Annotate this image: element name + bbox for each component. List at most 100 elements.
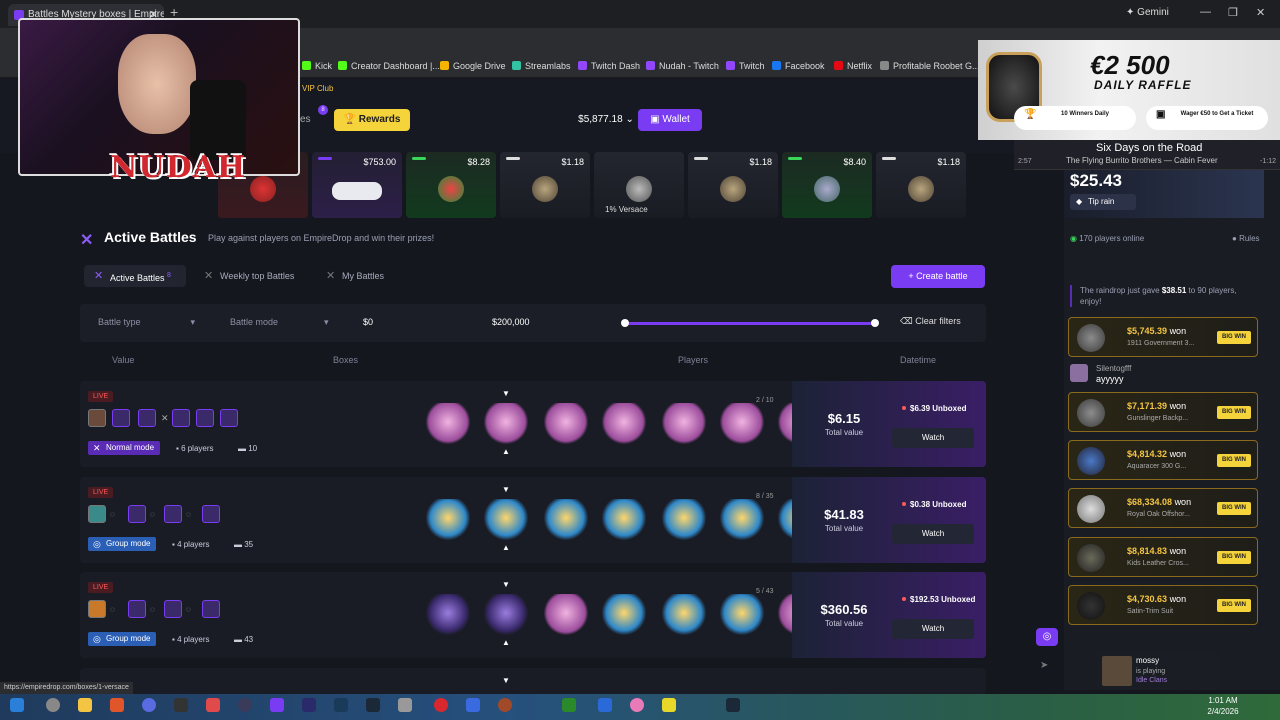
rules-link[interactable]: ● Rules bbox=[1232, 234, 1260, 243]
app-icon[interactable] bbox=[630, 698, 644, 712]
big-win-card[interactable]: $68,334.08 won Royal Oak Offshor... BIG WI… bbox=[1068, 488, 1258, 528]
player-avatar[interactable] bbox=[202, 505, 220, 523]
bookmark-google-drive[interactable]: Google Drive bbox=[440, 61, 506, 71]
bookmark-creator-dashboard[interactable]: Creator Dashboard |... bbox=[338, 61, 440, 71]
mystery-box-image bbox=[602, 499, 646, 541]
mode-label: Group mode bbox=[106, 634, 151, 643]
app-icon[interactable] bbox=[598, 698, 612, 712]
big-win-card[interactable]: $5,745.39 won 1911 Government 3... BIG WIN bbox=[1068, 317, 1258, 357]
watch-battle-button[interactable]: Watch bbox=[892, 619, 974, 639]
player-avatar[interactable] bbox=[202, 600, 220, 618]
battle-row[interactable]: LIVE ◌ ◌ ◌ ◎ Group mode ▪ 4 players ▬ 43 … bbox=[80, 572, 986, 658]
player-avatar[interactable] bbox=[196, 409, 214, 427]
big-win-card[interactable]: $8,814.83 won Kids Leather Cros... BIG WIN bbox=[1068, 537, 1258, 577]
premiere-icon[interactable] bbox=[302, 698, 316, 712]
big-win-card[interactable]: $4,730.63 won Satin-Trim Suit BIG WIN bbox=[1068, 585, 1258, 625]
rewards-button[interactable]: 🏆 Rewards bbox=[334, 109, 410, 131]
player-avatar[interactable] bbox=[128, 600, 146, 618]
bookmark-netflix[interactable]: Netflix bbox=[834, 61, 872, 71]
battle-mode-select[interactable]: Battle mode ▾ bbox=[230, 317, 329, 328]
chevron-down-icon: ⌄ bbox=[625, 114, 634, 125]
app-icon[interactable] bbox=[46, 698, 60, 712]
player-avatar[interactable] bbox=[164, 600, 182, 618]
player-avatar[interactable] bbox=[220, 409, 238, 427]
watch-battle-button[interactable]: Watch bbox=[892, 428, 974, 448]
app-icon[interactable] bbox=[662, 698, 676, 712]
balance-dropdown[interactable]: $5,877.18 ⌄ bbox=[576, 109, 636, 131]
chat-username[interactable]: Silentogfff bbox=[1096, 364, 1131, 373]
live-drop-item[interactable]: $1.18 bbox=[876, 152, 966, 218]
system-clock[interactable]: 1:01 AM 2/4/2026 bbox=[1200, 695, 1246, 717]
bookmark-twitch[interactable]: Twitch bbox=[726, 61, 765, 71]
steam-icon[interactable] bbox=[726, 698, 740, 712]
tab-active-battles[interactable]: ✕ Active Battles 8 bbox=[84, 265, 186, 287]
live-drop-item[interactable]: $8.40 bbox=[782, 152, 872, 218]
tip-rain-button[interactable]: ◆ Tip rain bbox=[1070, 194, 1136, 210]
min-value-input[interactable]: $0 bbox=[363, 317, 373, 327]
start-icon[interactable] bbox=[10, 698, 24, 712]
player-avatar[interactable] bbox=[128, 505, 146, 523]
clear-filters-button[interactable]: ⌫ Clear filters bbox=[900, 316, 961, 327]
wallet-button[interactable]: ▣ Wallet bbox=[638, 109, 702, 131]
vip-club-link[interactable]: VIP Club bbox=[302, 84, 333, 93]
bookmark-profitable-roobet[interactable]: Profitable Roobet G... bbox=[880, 61, 980, 71]
file-explorer-icon[interactable] bbox=[78, 698, 92, 712]
battle-row[interactable]: ▼ bbox=[80, 668, 986, 694]
watch-battle-button[interactable]: Watch bbox=[892, 524, 974, 544]
obs-icon[interactable] bbox=[238, 698, 252, 712]
item-thumbnail bbox=[1077, 399, 1105, 427]
chat-avatar[interactable] bbox=[1070, 364, 1088, 382]
player-avatar[interactable] bbox=[88, 600, 106, 618]
bookmark-facebook[interactable]: Facebook bbox=[772, 61, 825, 71]
bookmark-label: Streamlabs bbox=[525, 61, 571, 71]
bookmark-nudah-twitch[interactable]: Nudah - Twitch bbox=[646, 61, 719, 71]
bookmark-streamlabs[interactable]: Streamlabs bbox=[512, 61, 571, 71]
minimize-icon[interactable]: — bbox=[1200, 6, 1211, 18]
battle-type-select[interactable]: Battle type ▾ bbox=[98, 317, 195, 328]
live-drop-item[interactable]: $753.00 bbox=[312, 152, 402, 218]
bookmark-kick[interactable]: Kick bbox=[302, 61, 332, 71]
close-window-icon[interactable]: ✕ bbox=[1256, 6, 1265, 19]
slider-min-handle[interactable] bbox=[621, 319, 629, 327]
big-win-card[interactable]: $4,814.32 won Aquaracer 300 G... BIG WIN bbox=[1068, 440, 1258, 480]
big-win-badge: BIG WIN bbox=[1217, 551, 1251, 564]
live-drop-item[interactable]: $1.18 bbox=[500, 152, 590, 218]
battle-row[interactable]: LIVE ◌ ◌ ◌ ◎ Group mode ▪ 4 players ▬ 35 … bbox=[80, 477, 986, 563]
app-icon[interactable] bbox=[174, 698, 188, 712]
app-icon[interactable] bbox=[434, 698, 448, 712]
big-win-card[interactable]: $7,171.39 won Gunslinger Backp... BIG WIN bbox=[1068, 392, 1258, 432]
app-icon[interactable] bbox=[466, 698, 480, 712]
maximize-icon[interactable]: ❐ bbox=[1228, 6, 1238, 19]
player-avatar[interactable] bbox=[138, 409, 156, 427]
player-avatar[interactable] bbox=[112, 409, 130, 427]
gemini-button[interactable]: ✦ Gemini bbox=[1126, 7, 1169, 18]
player-avatar[interactable] bbox=[88, 409, 106, 427]
live-drop-item[interactable]: $8.28 bbox=[406, 152, 496, 218]
browser-icon[interactable] bbox=[110, 698, 124, 712]
app-icon[interactable] bbox=[270, 698, 284, 712]
app-icon[interactable] bbox=[334, 698, 348, 712]
create-battle-button[interactable]: + Create battle bbox=[891, 265, 985, 288]
battle-row[interactable]: LIVE ✕ ✕ Normal mode ▪ 6 players ▬ 10 ▼ ▲… bbox=[80, 381, 986, 467]
steam-icon[interactable] bbox=[366, 698, 380, 712]
player-avatar[interactable] bbox=[88, 505, 106, 523]
max-value-input[interactable]: $200,000 bbox=[492, 317, 530, 327]
send-arrow-icon[interactable]: ➤ bbox=[1040, 660, 1048, 671]
support-chat-button[interactable]: ◎ bbox=[1036, 628, 1058, 646]
player-avatar[interactable] bbox=[164, 505, 182, 523]
tab-my-battles[interactable]: ✕ My Battles bbox=[316, 265, 396, 287]
nvidia-icon[interactable] bbox=[562, 698, 576, 712]
slider-max-handle[interactable] bbox=[871, 319, 879, 327]
tab-weekly-top-battles[interactable]: ✕ Weekly top Battles bbox=[194, 265, 306, 287]
nav-item-partial[interactable]: es bbox=[300, 114, 311, 125]
value-range-slider[interactable] bbox=[624, 322, 876, 325]
item-name: Aquaracer 300 G... bbox=[1127, 463, 1187, 470]
app-icon[interactable] bbox=[498, 698, 512, 712]
player-avatar[interactable] bbox=[172, 409, 190, 427]
app-icon[interactable] bbox=[398, 698, 412, 712]
live-drop-item[interactable]: $1.18 bbox=[688, 152, 778, 218]
activity-username: mossy bbox=[1136, 656, 1160, 665]
app-icon[interactable] bbox=[142, 698, 156, 712]
bookmark-twitch-dash[interactable]: Twitch Dash bbox=[578, 61, 640, 71]
app-icon[interactable] bbox=[206, 698, 220, 712]
